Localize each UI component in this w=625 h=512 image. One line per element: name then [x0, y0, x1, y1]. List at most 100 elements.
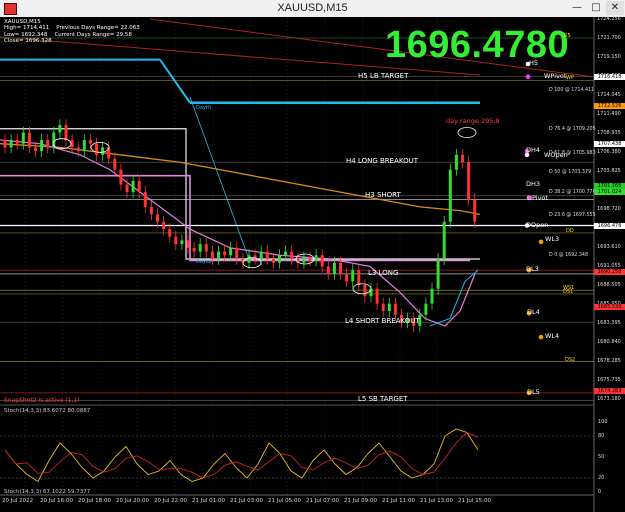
- candle-body: [204, 244, 208, 252]
- stochastic-signal-line: [4, 431, 479, 479]
- minimize-button[interactable]: —: [568, 1, 586, 15]
- level-label-h3-short: H3 SHORT: [365, 190, 401, 199]
- candle-body: [326, 266, 330, 274]
- candle-body: [217, 251, 220, 259]
- level-label-dl4: DL4: [527, 307, 540, 316]
- candle-body: [278, 255, 281, 263]
- current-price-display: 1696.4780: [385, 24, 570, 66]
- candle-body: [198, 244, 202, 252]
- fib-label: D 0 @ 1692.348: [549, 252, 589, 258]
- level-label-wpivot: WPivot: [544, 71, 567, 80]
- stoch-axis-tick: 80: [598, 433, 605, 439]
- level-label-dd: DD: [566, 227, 574, 234]
- level-label-dopen: DOpen: [526, 220, 549, 229]
- candle-body: [284, 251, 288, 256]
- candle-body: [162, 221, 166, 230]
- candle-body: [339, 262, 342, 274]
- candle-body: [345, 273, 349, 282]
- price-tag: 1685.530: [594, 304, 625, 311]
- price-axis-tick: 1693.610: [597, 244, 621, 250]
- annotation-circle: [457, 127, 477, 138]
- candle-body: [21, 132, 25, 144]
- candle-body: [64, 125, 68, 140]
- candle-body: [290, 251, 294, 259]
- price-axis-tick: 1721.700: [597, 35, 621, 41]
- candle-body: [9, 139, 13, 148]
- candle-body: [46, 139, 50, 148]
- fib-label: D 23.6 @ 1697.555: [549, 213, 596, 219]
- candle-body: [363, 285, 367, 297]
- candle-body: [82, 139, 86, 152]
- candle-body: [271, 258, 275, 263]
- candle-body: [308, 257, 312, 261]
- level-label-h5-lb-target: H5 LB TARGET: [358, 71, 409, 80]
- candle-body: [454, 154, 458, 170]
- candle-body: [351, 270, 355, 282]
- level-label-dl3: DL3: [526, 265, 539, 274]
- candle-body: [101, 147, 105, 155]
- candle-body: [302, 257, 306, 263]
- candle-body: [143, 192, 147, 207]
- level-label-l3-long: L3 LONG: [368, 268, 399, 277]
- price-axis-tick: 1719.150: [597, 54, 621, 60]
- candle-body: [3, 139, 7, 148]
- price-axis-tick: 1683.395: [597, 320, 621, 326]
- candle-body: [229, 247, 233, 256]
- fib-label: D 100 @ 1714.411: [549, 88, 595, 94]
- candle-body: [235, 247, 239, 259]
- candle-body: [40, 139, 44, 152]
- level-label-dl5: DL5: [527, 387, 540, 396]
- window-title: XAUUSD,M15: [277, 2, 348, 14]
- candle-body: [174, 236, 178, 245]
- level-label-wl3: WL3: [545, 235, 560, 244]
- candle-body: [393, 303, 397, 315]
- time-axis-tick: 21 Jul 07:00: [306, 498, 339, 504]
- time-axis-tick: 21 Jul 05:00: [268, 498, 301, 504]
- candle-body: [156, 214, 159, 222]
- time-axis-tick: 21 Jul 03:00: [230, 498, 263, 504]
- info-close: Close= 1696.328: [4, 37, 52, 44]
- candle-body: [467, 162, 471, 200]
- day-low-line: [0, 174, 470, 262]
- candle-body: [149, 206, 153, 215]
- price-tag: 1707.438: [594, 141, 625, 148]
- close-button[interactable]: ✕: [606, 1, 624, 15]
- level-label-ds1: DS1: [563, 288, 574, 295]
- candle-body: [381, 303, 385, 312]
- price-axis-tick: 1673.180: [597, 396, 621, 402]
- fib-label: D 76.4 @ 1709.205: [549, 127, 596, 132]
- price-axis-tick: 1714.045: [597, 92, 621, 98]
- candle-body: [265, 251, 269, 259]
- time-axis-tick: 20 Jul 16:00: [40, 498, 73, 504]
- candle-body: [15, 139, 19, 144]
- candle-body: [473, 199, 477, 222]
- level-label-dpivot: DPivot: [527, 194, 548, 203]
- fib-label: D 50 @ 1703.379: [549, 170, 592, 176]
- fib-label: D 38.2 @ 1700.776: [549, 189, 596, 195]
- candle-body: [223, 251, 227, 256]
- maximize-button[interactable]: □: [587, 1, 605, 15]
- annotation-circle: [352, 283, 372, 295]
- fib-label: D 61.8 @ 1705.983: [549, 150, 596, 156]
- price-axis-tick: 1703.825: [597, 168, 621, 174]
- candle-body: [259, 251, 263, 259]
- candle-body: [448, 169, 452, 222]
- candle-body: [125, 184, 129, 193]
- price-tag: 1701.024: [594, 189, 625, 196]
- info-low: Low= 1692.348: [4, 31, 48, 38]
- candle-body: [192, 247, 196, 252]
- stoch-axis-tick: 50: [598, 454, 605, 460]
- price-axis-tick: 1691.055: [597, 263, 621, 269]
- candle-body: [186, 240, 190, 248]
- time-axis-tick: 20 Jul 20:00: [116, 498, 149, 504]
- snapshot-notice: SnapShot2 is active (1,1): [4, 397, 80, 404]
- dayhi-marker: DayHi: [196, 104, 212, 111]
- level-label-h5: H5: [529, 59, 539, 68]
- candle-body: [88, 139, 92, 144]
- candle-body: [387, 303, 391, 312]
- stochastic-label: Stoch(14,3,3) 83.6072 80.0887: [4, 408, 91, 414]
- candle-body: [58, 125, 62, 133]
- info-prev-range: Previous Days Range= 22.063: [56, 25, 140, 32]
- candle-body: [375, 288, 379, 304]
- candle-body: [119, 169, 123, 185]
